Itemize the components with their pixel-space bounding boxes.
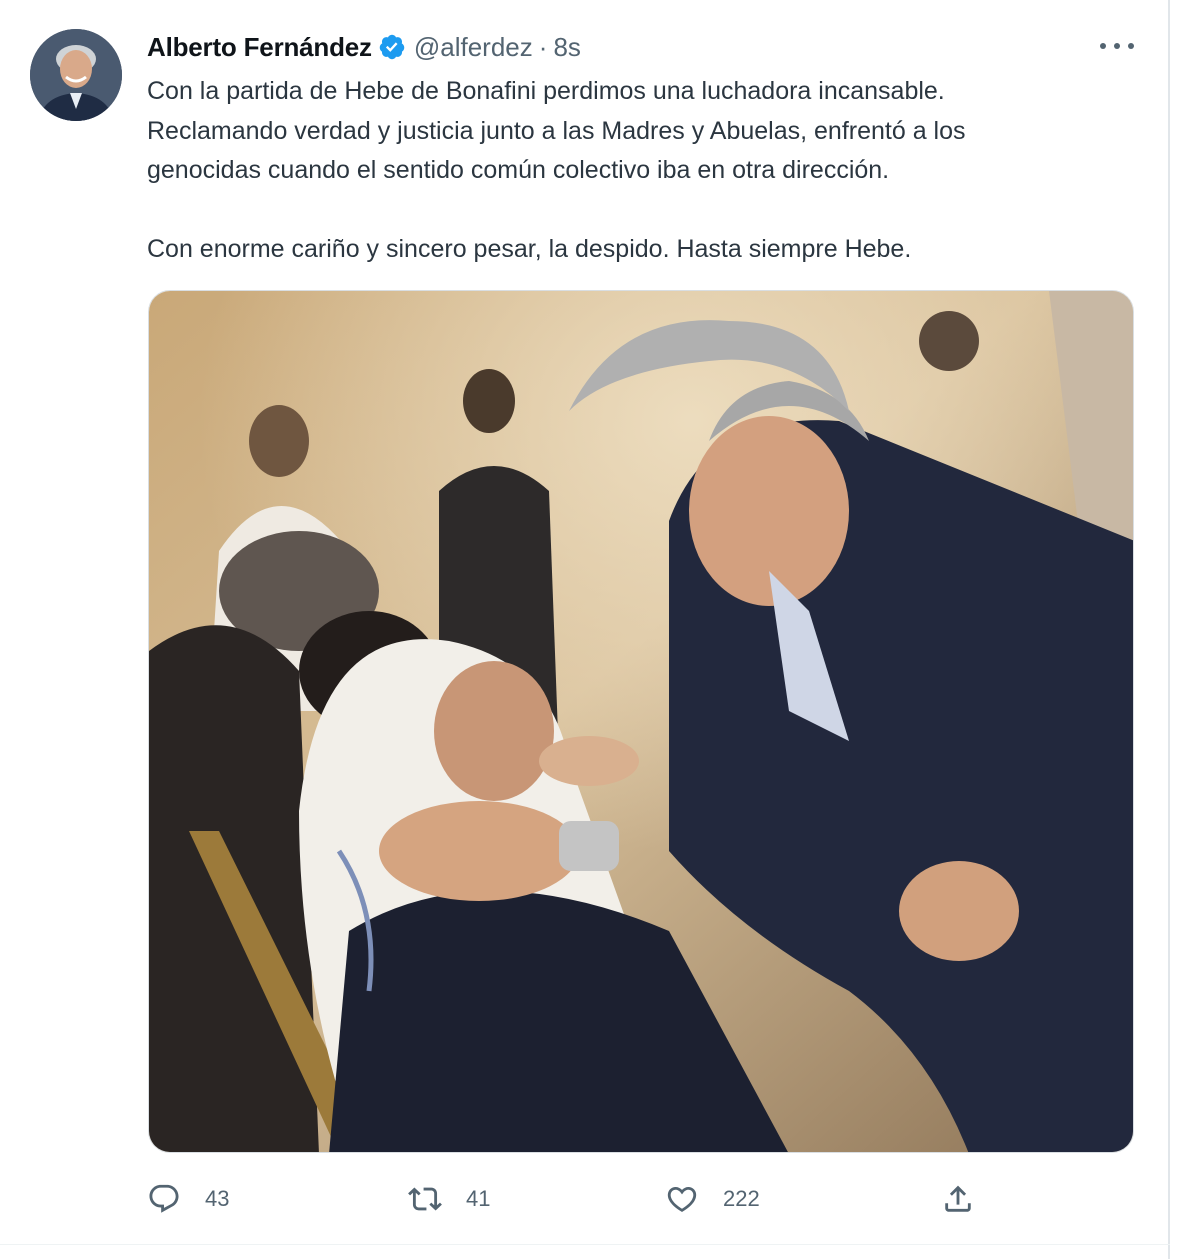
separator-dot: · [538,31,548,62]
retweet-icon [408,1187,442,1211]
display-name[interactable]: Alberto Fernández [147,32,372,63]
tweet-text-line: Con la partida de Hebe de Bonafini perdi… [147,77,945,105]
tweet-bottom-divider [0,1244,1170,1245]
avatar[interactable] [30,29,122,121]
tweet-header: Alberto Fernández @alferdez · 8s [147,30,581,64]
photo-illustration [149,291,1133,1152]
tweet-text-line: genocidas cuando el sentido común colect… [147,156,890,184]
like-button[interactable]: 222 [665,1175,760,1223]
verified-badge-icon [378,33,406,61]
retweet-button[interactable]: 41 [408,1175,490,1223]
tweet-actions: 43 41 222 [0,1175,1170,1223]
tweet-text: Con la partida de Hebe de Bonafini perdi… [147,72,1137,269]
timeline-divider [1168,0,1170,1259]
like-icon [667,1186,697,1212]
tweet-text-closing: Con enorme cariño y sincero pesar, la de… [147,234,912,263]
share-icon [945,1185,971,1212]
reply-button[interactable]: 43 [147,1175,229,1223]
tweet-card[interactable]: Alberto Fernández @alferdez · 8s Con la … [0,0,1200,1259]
share-button[interactable] [941,1175,975,1223]
user-handle[interactable]: @alferdez [414,32,533,63]
tweet-text-line: Reclamando verdad y justicia junto a las… [147,116,966,145]
reply-icon [149,1184,179,1213]
avatar-photo [30,29,122,121]
more-options-icon[interactable] [1100,34,1134,58]
tweet-photo[interactable] [148,290,1134,1153]
timestamp[interactable]: 8s [553,32,580,63]
reply-count: 43 [205,1186,230,1211]
retweet-count: 41 [466,1186,491,1211]
like-count: 222 [723,1186,760,1211]
